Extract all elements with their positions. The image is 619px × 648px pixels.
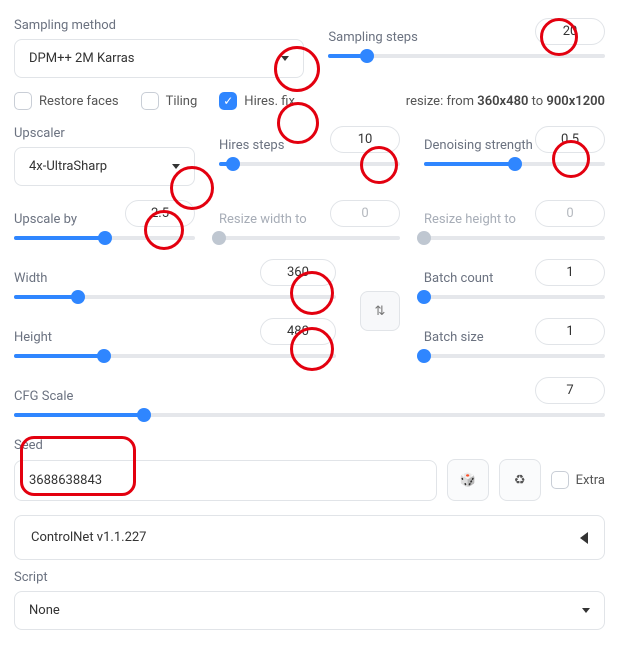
denoise-label: Denoising strength xyxy=(424,138,533,153)
script-select[interactable]: None xyxy=(14,591,605,630)
resize-width-value[interactable]: 0 xyxy=(330,200,400,227)
cfg-label: CFG Scale xyxy=(14,389,73,404)
chevron-down-icon xyxy=(281,56,289,61)
controlnet-title: ControlNet v1.1.227 xyxy=(31,530,147,545)
restore-faces-checkbox[interactable]: Restore faces xyxy=(14,92,119,110)
chevron-down-icon xyxy=(172,164,180,169)
resize-width-label: Resize width to xyxy=(219,212,307,227)
reuse-seed-button[interactable]: ♻ xyxy=(499,459,541,501)
width-label: Width xyxy=(14,271,47,286)
hires-steps-slider[interactable] xyxy=(219,157,400,171)
resize-height-slider[interactable] xyxy=(424,231,605,245)
tiling-checkbox[interactable]: Tiling xyxy=(141,92,198,110)
batch-count-slider[interactable] xyxy=(424,290,605,304)
resize-height-value[interactable]: 0 xyxy=(535,200,605,227)
resize-info: resize: from 360x480 to 900x1200 xyxy=(406,94,605,109)
hires-steps-label: Hires steps xyxy=(219,138,284,153)
seed-input[interactable]: 3688638843 xyxy=(14,460,437,501)
seed-label: Seed xyxy=(14,438,605,453)
cfg-value[interactable]: 7 xyxy=(535,377,605,404)
height-label: Height xyxy=(14,330,52,345)
txt2img-settings: { "sampling": { "method_label": "Samplin… xyxy=(14,18,605,630)
controlnet-panel[interactable]: ControlNet v1.1.227 xyxy=(14,515,605,560)
sampling-method-label: Sampling method xyxy=(14,18,304,33)
hires-steps-value[interactable]: 10 xyxy=(330,126,400,153)
random-seed-button[interactable]: 🎲 xyxy=(447,459,489,501)
swap-icon: ⇅ xyxy=(374,304,385,319)
height-slider[interactable] xyxy=(14,349,336,363)
recycle-icon: ♻ xyxy=(514,473,526,488)
chevron-down-icon xyxy=(582,608,590,613)
batch-size-slider[interactable] xyxy=(424,349,605,363)
width-slider[interactable] xyxy=(14,290,336,304)
sampling-method-select[interactable]: DPM++ 2M Karras xyxy=(14,39,304,78)
sampling-steps-slider[interactable] xyxy=(328,49,605,63)
sampling-steps-value[interactable]: 20 xyxy=(535,18,605,45)
script-label: Script xyxy=(14,570,605,585)
seed-extra-checkbox[interactable]: Extra xyxy=(551,471,605,489)
script-value: None xyxy=(29,603,60,618)
chevron-left-icon xyxy=(580,532,588,544)
resize-width-slider[interactable] xyxy=(219,231,400,245)
width-value[interactable]: 360 xyxy=(260,259,336,286)
denoise-slider[interactable] xyxy=(424,157,605,171)
batch-size-value[interactable]: 1 xyxy=(535,318,605,345)
sampling-method-value: DPM++ 2M Karras xyxy=(29,51,135,66)
hires-fix-checkbox[interactable]: ✓Hires. fix xyxy=(219,92,295,110)
upscale-by-slider[interactable] xyxy=(14,231,195,245)
batch-size-label: Batch size xyxy=(424,330,484,345)
upscaler-label: Upscaler xyxy=(14,126,195,141)
swap-dimensions-button[interactable]: ⇅ xyxy=(360,291,400,331)
check-icon: ✓ xyxy=(223,95,233,107)
cfg-slider[interactable] xyxy=(14,408,605,422)
upscaler-value: 4x-UltraSharp xyxy=(29,159,107,174)
upscale-by-label: Upscale by xyxy=(14,212,77,227)
height-value[interactable]: 480 xyxy=(260,318,336,345)
batch-count-value[interactable]: 1 xyxy=(535,259,605,286)
denoise-value[interactable]: 0.5 xyxy=(535,126,605,153)
upscale-by-value[interactable]: 2.5 xyxy=(125,200,195,227)
resize-height-label: Resize height to xyxy=(424,212,516,227)
upscaler-select[interactable]: 4x-UltraSharp xyxy=(14,147,195,186)
batch-count-label: Batch count xyxy=(424,271,493,286)
dice-icon: 🎲 xyxy=(460,473,476,488)
sampling-steps-label: Sampling steps xyxy=(328,30,417,45)
